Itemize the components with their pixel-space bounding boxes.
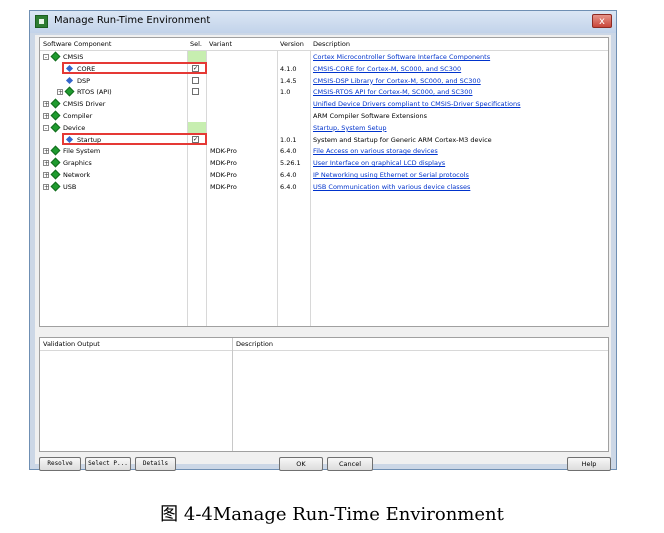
green-diamond-icon bbox=[50, 157, 61, 168]
collapse-icon[interactable]: - bbox=[43, 54, 49, 61]
description-link[interactable]: Startup, System Setup bbox=[313, 124, 386, 132]
variant-cell: MDK-Pro bbox=[210, 159, 237, 168]
description-link[interactable]: User Interface on graphical LCD displays bbox=[313, 159, 445, 167]
expand-icon[interactable]: + bbox=[43, 183, 49, 190]
component-label: DSP bbox=[77, 76, 91, 85]
validation-output-header: Validation Output bbox=[43, 340, 100, 348]
highlight-core bbox=[62, 62, 207, 74]
cancel-button[interactable]: Cancel bbox=[327, 457, 373, 471]
version-cell: 1.0 bbox=[280, 88, 291, 97]
expand-icon[interactable]: + bbox=[43, 148, 49, 155]
description-link[interactable]: CMSIS-CORE for Cortex-M, SC000, and SC30… bbox=[313, 65, 461, 73]
green-diamond-icon bbox=[50, 169, 61, 180]
header-version[interactable]: Version bbox=[280, 40, 304, 48]
variant-cell: MDK-Pro bbox=[210, 147, 237, 156]
version-cell: 5.26.1 bbox=[280, 159, 301, 168]
green-diamond-icon bbox=[50, 145, 61, 156]
component-row[interactable]: + Network MDK-Pro 6.4.0 IP Networking using … bbox=[40, 169, 608, 181]
variant-cell: MDK-Pro bbox=[210, 171, 237, 179]
validation-description-header: Description bbox=[236, 340, 274, 348]
expand-icon[interactable]: + bbox=[57, 89, 63, 96]
header-sel[interactable]: Sel. bbox=[190, 40, 202, 48]
component-label: Compiler bbox=[63, 112, 93, 120]
grid-header: Software Component Sel. Variant Version … bbox=[40, 38, 608, 51]
highlight-startup bbox=[62, 133, 207, 145]
component-label: Device bbox=[63, 123, 86, 132]
description-link[interactable]: Unified Device Drivers compliant to CMSI… bbox=[313, 100, 521, 108]
expand-icon[interactable]: + bbox=[43, 172, 49, 179]
description-link[interactable]: Cortex Microcontroller Software Interfac… bbox=[313, 53, 490, 61]
description-link[interactable]: File Access on various storage devices bbox=[313, 147, 438, 155]
manage-rte-window: Manage Run-Time Environment x Software C… bbox=[29, 10, 617, 471]
green-diamond-icon bbox=[50, 51, 61, 62]
header-variant[interactable]: Variant bbox=[209, 40, 232, 48]
green-diamond-icon bbox=[50, 98, 61, 109]
header-description[interactable]: Description bbox=[313, 40, 350, 48]
figure-caption: 图 4-4Manage Run-Time Environment bbox=[160, 504, 504, 525]
blue-diamond-icon bbox=[65, 76, 74, 84]
component-row[interactable]: - Device Startup, System Setup bbox=[40, 122, 608, 134]
ok-button[interactable]: OK bbox=[279, 457, 323, 471]
version-cell: 1.0.1 bbox=[280, 135, 297, 144]
component-row[interactable]: + File System MDK-Pro 6.4.0 File Access on v… bbox=[40, 145, 608, 157]
select-checkbox[interactable] bbox=[192, 88, 199, 96]
component-label: File System bbox=[63, 147, 101, 156]
description-text: ARM Compiler Software Extensions bbox=[313, 112, 427, 120]
component-label: CMSIS bbox=[63, 53, 84, 61]
variant-cell: MDK-Pro bbox=[210, 182, 237, 191]
expand-icon[interactable]: + bbox=[43, 113, 49, 120]
component-grid: Software Component Sel. Variant Version … bbox=[39, 37, 609, 327]
details-button[interactable]: Details bbox=[135, 457, 176, 471]
green-diamond-icon bbox=[50, 110, 61, 121]
expand-icon[interactable]: + bbox=[43, 160, 49, 167]
component-label: Graphics bbox=[63, 159, 92, 168]
collapse-icon[interactable]: - bbox=[43, 124, 49, 131]
description-link[interactable]: CMSIS-RTOS API for Cortex-M, SC000, and … bbox=[313, 88, 472, 96]
title-bar[interactable]: Manage Run-Time Environment x bbox=[30, 11, 616, 33]
component-row[interactable]: + CMSIS Driver Unified Device Drivers comp… bbox=[40, 98, 608, 110]
version-cell: 1.4.5 bbox=[280, 76, 297, 85]
component-row[interactable]: + USB MDK-Pro 6.4.0 USB Communication with v… bbox=[40, 181, 608, 193]
description-link[interactable]: IP Networking using Ethernet or Serial p… bbox=[313, 171, 469, 179]
version-cell: 6.4.0 bbox=[280, 182, 297, 191]
green-diamond-icon bbox=[50, 181, 61, 192]
description-text: System and Startup for Generic ARM Corte… bbox=[313, 135, 492, 144]
version-cell: 6.4.0 bbox=[280, 171, 297, 179]
description-link[interactable]: CMSIS-DSP Library for Cortex-M, SC000, a… bbox=[313, 77, 481, 85]
component-label: Network bbox=[63, 171, 91, 179]
expand-icon[interactable]: + bbox=[43, 101, 49, 108]
dialog-client: Software Component Sel. Variant Version … bbox=[35, 35, 611, 471]
component-label: USB bbox=[63, 182, 77, 191]
rte-app-icon bbox=[35, 15, 48, 28]
select-checkbox[interactable] bbox=[192, 76, 199, 84]
version-cell: 6.4.0 bbox=[280, 147, 297, 156]
green-diamond-icon bbox=[64, 86, 75, 97]
component-row[interactable]: + RTOS (API) 1.0 CMSIS-RTOS API for Cortex-… bbox=[40, 86, 608, 98]
description-link[interactable]: USB Communication with various device cl… bbox=[313, 183, 470, 191]
version-cell: 4.1.0 bbox=[280, 64, 297, 73]
component-label: RTOS (API) bbox=[77, 88, 112, 97]
component-row[interactable]: - CMSIS Cortex Microcontroller Software In… bbox=[40, 51, 608, 63]
header-software-component[interactable]: Software Component bbox=[43, 40, 111, 48]
help-button[interactable]: Help bbox=[567, 457, 611, 471]
resolve-button[interactable]: Resolve bbox=[39, 457, 81, 471]
select-packs-button[interactable]: Select P... bbox=[85, 457, 131, 471]
close-button[interactable]: x bbox=[592, 14, 612, 28]
window-title: Manage Run-Time Environment bbox=[54, 15, 211, 26]
component-row[interactable]: + Compiler ARM Compiler Software Extension… bbox=[40, 110, 608, 122]
component-row[interactable]: + Graphics MDK-Pro 5.26.1 User Interface on … bbox=[40, 157, 608, 169]
validation-panel: Validation Output Description bbox=[39, 337, 609, 452]
component-row[interactable]: DSP 1.4.5 CMSIS-DSP Library for Cortex-M, … bbox=[40, 75, 608, 87]
green-diamond-icon bbox=[50, 122, 61, 133]
component-label: CMSIS Driver bbox=[63, 100, 106, 109]
